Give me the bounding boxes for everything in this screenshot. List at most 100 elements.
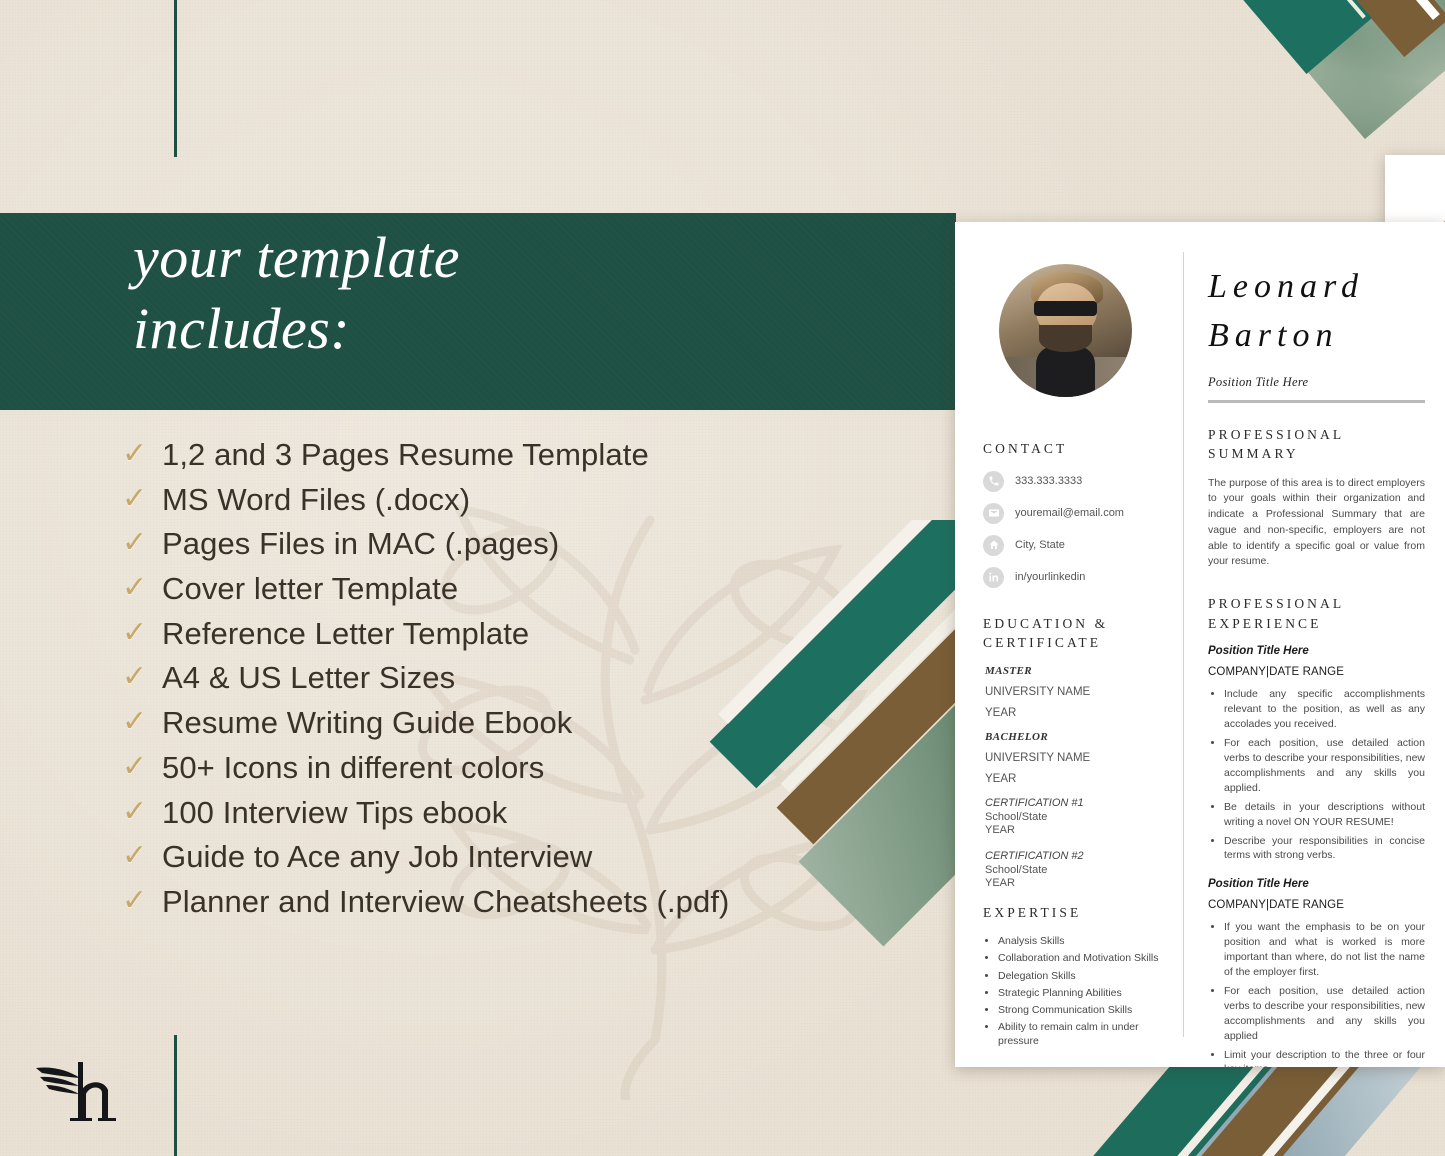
experience-bullets: If you want the emphasis to be on your p… [1208, 920, 1425, 1067]
list-item: ✓ Planner and Interview Cheatsheets (.pdf… [122, 884, 922, 929]
feature-label: 50+ Icons in different colors [162, 749, 545, 785]
certification-title: CERTIFICATION #1 [985, 796, 1084, 809]
feature-label: Cover letter Template [162, 571, 459, 607]
experience-position: Position Title Here [1208, 645, 1309, 658]
education-degree: BACHELOR [985, 730, 1049, 743]
list-item: ✓ Guide to Ace any Job Interview [122, 839, 922, 884]
page-title: your template includes: [133, 223, 460, 365]
check-icon: ✓ [122, 883, 148, 917]
experience-bullet: Describe your responsibilities in concis… [1224, 834, 1425, 864]
education-year: YEAR [985, 706, 1017, 719]
expertise-item: Delegation Skills [998, 969, 1163, 983]
check-icon: ✓ [122, 481, 148, 515]
bottom-accent-rule [174, 1035, 177, 1156]
contact-row-phone[interactable]: 333.333.3333 [983, 470, 1163, 492]
winged-h-logo [36, 1062, 116, 1121]
experience-bullet: If you want the emphasis to be on your p… [1224, 920, 1425, 980]
feature-label: 100 Interview Tips ebook [162, 794, 508, 830]
feature-label: 1,2 and 3 Pages Resume Template [162, 437, 649, 472]
resume-preview-card-1[interactable]: CONTACT 333.333.3333 youremail@email.com… [955, 222, 1445, 1067]
list-item: ✓ A4 & US Letter Sizes [122, 660, 922, 705]
avatar-neck [1036, 346, 1095, 397]
feature-label: A4 & US Letter Sizes [162, 660, 456, 696]
check-icon: ✓ [122, 660, 148, 694]
experience-entry-1: Position Title Here COMPANY|DATE RANGE I… [1208, 645, 1425, 863]
list-item: ✓ 1,2 and 3 Pages Resume Template [122, 437, 922, 482]
contact-row-location[interactable]: City, State [983, 534, 1163, 556]
list-item: ✓ MS Word Files (.docx) [122, 482, 922, 527]
feature-label: Reference Letter Template [162, 615, 530, 651]
check-icon: ✓ [122, 571, 148, 605]
education-item-bachelor: BACHELOR UNIVERSITY NAME YEAR [983, 731, 1163, 785]
headline-line-1: your template [133, 225, 461, 290]
email-icon [983, 502, 1004, 524]
feature-label: MS Word Files (.docx) [162, 481, 471, 517]
title-underline [1208, 399, 1425, 403]
contact-list: 333.333.3333 youremail@email.com City, S… [983, 470, 1163, 588]
experience-bullet: Limit your description to the three or f… [1224, 1048, 1425, 1067]
expertise-item: Strong Communication Skills [998, 1003, 1163, 1017]
resume-sidebar: CONTACT 333.333.3333 youremail@email.com… [955, 222, 1183, 1067]
check-icon: ✓ [122, 437, 148, 470]
resume-name-line2: Barton [1208, 317, 1339, 355]
list-item: ✓ 100 Interview Tips ebook [122, 795, 922, 840]
certification-item-2: CERTIFICATION #2 School/State YEAR [983, 850, 1163, 889]
avatar-glasses [1033, 301, 1098, 316]
experience-bullets: Include any specific accomplishments rel… [1208, 687, 1425, 863]
expertise-item: Strategic Planning Abilities [998, 986, 1163, 1000]
education-university: UNIVERSITY NAME [985, 751, 1091, 764]
experience-heading: PROFESSIONAL EXPERIENCE [1208, 596, 1344, 631]
list-item: ✓ Reference Letter Template [122, 616, 922, 661]
list-item: ✓ 50+ Icons in different colors [122, 750, 922, 795]
poster-canvas: your template includes: ✓ 1,2 and 3 Pages … [0, 0, 1445, 1156]
certification-year: YEAR [985, 876, 1015, 889]
check-icon: ✓ [122, 839, 148, 873]
check-icon: ✓ [122, 705, 148, 739]
list-item: ✓ Pages Files in MAC (.pages) [122, 526, 922, 571]
expertise-item: Collaboration and Motivation Skills [998, 951, 1163, 965]
check-icon: ✓ [122, 615, 148, 649]
phone-icon [983, 470, 1004, 492]
summary-heading: PROFESSIONAL SUMMARY [1208, 426, 1344, 462]
resume-name-line1: Leonard [1208, 268, 1364, 305]
check-icon: ✓ [122, 794, 148, 828]
contact-row-email[interactable]: youremail@email.com [983, 502, 1163, 524]
avatar [999, 264, 1132, 397]
contact-value-location: City, State [1015, 539, 1065, 552]
expertise-item: Analysis Skills [998, 934, 1163, 948]
resume-card-1-inner: CONTACT 333.333.3333 youremail@email.com… [955, 222, 1445, 1067]
linkedin-icon [983, 566, 1004, 588]
feature-label: Resume Writing Guide Ebook [162, 705, 573, 741]
contact-value-email: youremail@email.com [1015, 507, 1124, 520]
home-icon [983, 534, 1004, 556]
check-icon: ✓ [122, 526, 148, 560]
experience-bullet: For each position, use detailed action v… [1224, 984, 1425, 1044]
contact-value-phone: 333.333.3333 [1015, 475, 1083, 488]
education-university: UNIVERSITY NAME [985, 685, 1091, 698]
contact-row-linkedin[interactable]: in/yourlinkedin [983, 566, 1163, 588]
experience-entry-2: Position Title Here COMPANY|DATE RANGE I… [1208, 878, 1425, 1067]
resume-main: Leonard Barton Position Title Here PROFE… [1184, 222, 1445, 1067]
certification-title: CERTIFICATION #2 [985, 849, 1084, 862]
expertise-heading: EXPERTISE [983, 904, 1082, 920]
contact-value-linkedin: in/yourlinkedin [1015, 571, 1086, 584]
feature-label: Pages Files in MAC (.pages) [162, 526, 560, 562]
list-item: ✓ Resume Writing Guide Ebook [122, 705, 922, 750]
top-accent-rule [174, 0, 177, 157]
headline-banner: your template includes: [0, 213, 956, 410]
summary-text: The purpose of this area is to direct em… [1208, 476, 1425, 568]
experience-bullet: For each position, use detailed action v… [1224, 736, 1425, 796]
certification-school: School/State [985, 863, 1048, 876]
education-heading: EDUCATION & CERTIFICATE [983, 614, 1163, 653]
education-heading-line1: EDUCATION & [983, 615, 1109, 631]
avatar-beard [1038, 325, 1093, 352]
certification-school: School/State [985, 810, 1048, 823]
feature-label: Planner and Interview Cheatsheets (.pdf) [162, 883, 730, 919]
expertise-list: Analysis Skills Collaboration and Motiva… [983, 934, 1163, 1048]
experience-company: COMPANY|DATE RANGE [1208, 899, 1344, 912]
certification-year: YEAR [985, 823, 1015, 836]
experience-bullet: Be details in your descriptions without … [1224, 800, 1425, 830]
resume-position-title: Position Title Here [1208, 374, 1309, 389]
contact-heading: CONTACT [983, 441, 1068, 456]
education-heading-line2: CERTIFICATE [983, 635, 1102, 651]
